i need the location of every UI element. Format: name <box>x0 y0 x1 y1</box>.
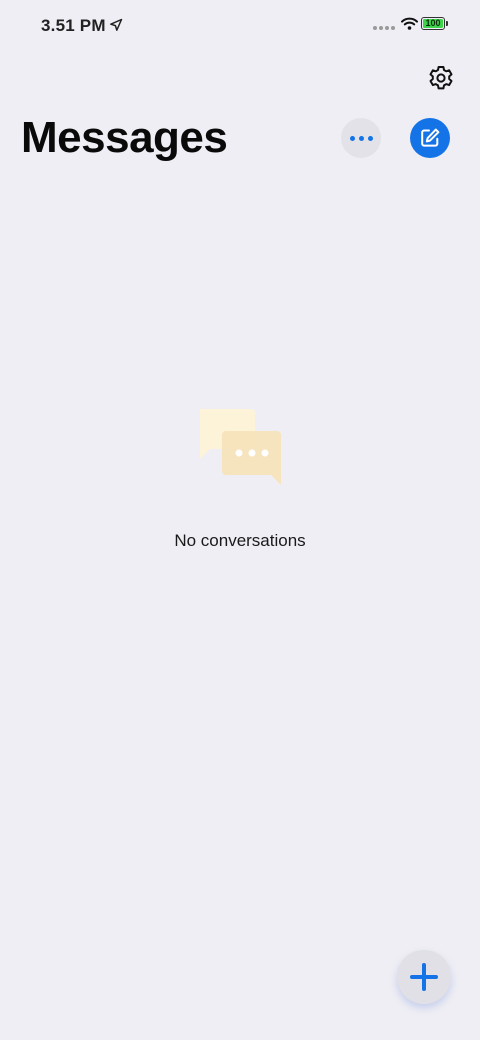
status-time: 3.51 PM <box>41 16 106 35</box>
new-conversation-button[interactable] <box>397 950 451 1004</box>
compose-icon <box>421 128 440 147</box>
empty-state-message: No conversations <box>174 531 306 550</box>
location-arrow-icon <box>110 18 123 31</box>
chat-bubbles-icon <box>200 409 281 485</box>
empty-state: No conversations <box>0 405 480 551</box>
settings-gear-button[interactable] <box>426 63 456 93</box>
battery-icon: 100 <box>421 17 445 30</box>
compose-button[interactable] <box>410 118 450 158</box>
plus-icon <box>410 963 438 991</box>
battery-cap <box>446 21 448 26</box>
more-options-button[interactable] <box>341 118 381 158</box>
battery-level: 100 <box>423 19 443 28</box>
page-title: Messages <box>21 113 228 162</box>
signal-dots-icon <box>373 26 395 30</box>
wifi-icon <box>401 17 418 30</box>
ellipsis-icon <box>349 135 355 141</box>
status-bar: 3.51 PM 100 <box>0 0 480 52</box>
